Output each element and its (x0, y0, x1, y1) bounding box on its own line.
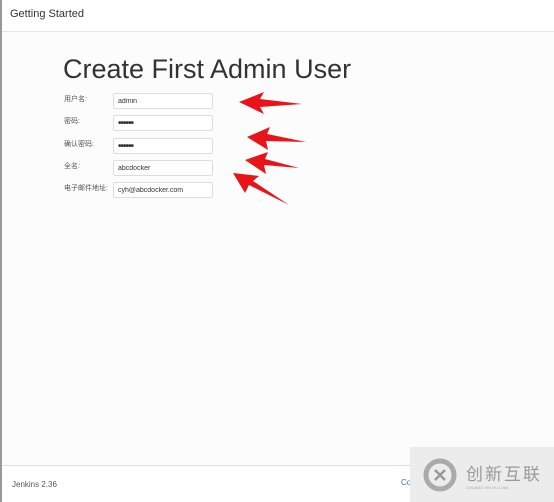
arrow-icon (245, 152, 299, 174)
watermark: 创新互联 CHUANG XIN HU LIAN (410, 447, 554, 502)
arrow-icon (233, 173, 289, 205)
watermark-sub: CHUANG XIN HU LIAN (466, 484, 509, 490)
arrow-icon (247, 127, 306, 150)
watermark-name: 创新互联 (466, 464, 542, 484)
watermark-logo-icon (423, 458, 457, 491)
annotation-arrows (233, 92, 306, 205)
arrow-icon (239, 92, 302, 114)
version-label: Jenkins 2.36 (12, 480, 57, 489)
